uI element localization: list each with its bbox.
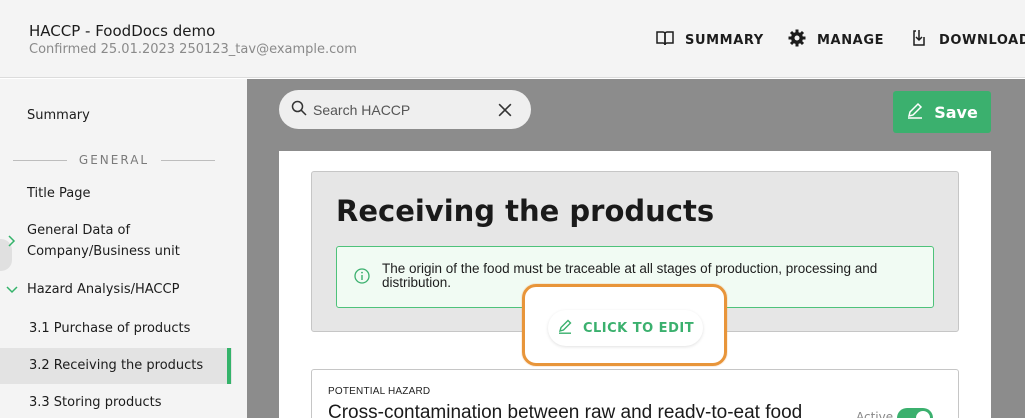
download-icon: [909, 28, 929, 52]
pencil-icon: [557, 318, 573, 338]
edit-label: CLICK TO EDIT: [582, 320, 695, 336]
document-title: HACCP - FoodDocs demo: [29, 22, 216, 40]
sidebar-item-receiving[interactable]: 3.2 Receiving the products: [29, 355, 203, 376]
sidebar-item-label: General Data of: [27, 223, 131, 238]
sidebar-item-purchase[interactable]: 3.1 Purchase of products: [29, 318, 190, 339]
app-header: HACCP - FoodDocs demo Confirmed 25.01.20…: [0, 0, 1025, 78]
sidebar: Summary GENERAL Title Page General Data …: [0, 79, 247, 418]
hazard-label: POTENTIAL HAZARD: [328, 386, 431, 397]
sidebar-item-label: Company/Business unit: [27, 244, 180, 259]
document-status: Confirmed 25.01.2023 250123_tav@example.…: [29, 42, 357, 57]
summary-label: SUMMARY: [685, 32, 764, 48]
save-button[interactable]: Save: [893, 91, 991, 133]
document-page: Receiving the products The origin of the…: [279, 151, 991, 418]
gear-icon: [787, 28, 807, 52]
active-label: Active: [856, 410, 894, 418]
search-box: [279, 90, 531, 129]
save-label: Save: [934, 102, 978, 122]
search-icon: [291, 100, 307, 120]
sidebar-item-storing[interactable]: 3.3 Storing products: [29, 392, 161, 413]
close-icon[interactable]: [497, 102, 513, 118]
active-toggle[interactable]: [897, 408, 933, 418]
download-button[interactable]: DOWNLOAD: [909, 28, 1025, 52]
section-label: GENERAL: [78, 153, 150, 167]
search-input[interactable]: [313, 101, 493, 118]
main-content: Save Receiving the products The origin o…: [247, 79, 1025, 418]
hazard-title: Cross-contamination between raw and read…: [328, 402, 803, 418]
step-title: Receiving the products: [336, 194, 715, 228]
sidebar-item-summary[interactable]: Summary: [27, 105, 90, 126]
sidebar-section-general: GENERAL: [13, 152, 215, 168]
edit-highlight: CLICK TO EDIT: [522, 284, 727, 366]
download-label: DOWNLOAD: [939, 32, 1025, 48]
manage-label: MANAGE: [817, 32, 885, 48]
manage-button[interactable]: MANAGE: [787, 28, 884, 52]
sidebar-item-general-data[interactable]: General Data of Company/Business unit: [27, 220, 180, 262]
hazard-card[interactable]: POTENTIAL HAZARD Cross-contamination bet…: [311, 369, 959, 418]
active-indicator: [227, 348, 231, 384]
sidebar-item-title-page[interactable]: Title Page: [27, 183, 90, 204]
sidebar-item-hazard-analysis[interactable]: Hazard Analysis/HACCP: [27, 279, 179, 300]
pencil-icon: [906, 101, 924, 123]
summary-button[interactable]: SUMMARY: [655, 28, 764, 52]
chevron-down-icon[interactable]: [5, 283, 19, 297]
click-to-edit-button[interactable]: CLICK TO EDIT: [548, 310, 703, 346]
chevron-right-icon[interactable]: [5, 234, 19, 248]
info-icon: [354, 268, 370, 284]
book-icon: [655, 28, 675, 52]
